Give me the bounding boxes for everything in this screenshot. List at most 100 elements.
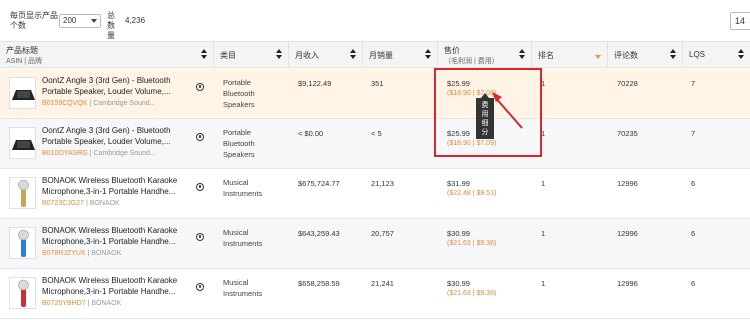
category-cell: Musical Instruments bbox=[223, 177, 285, 199]
price-cell: $31.99 bbox=[447, 179, 470, 188]
category-line: Speakers bbox=[223, 100, 255, 109]
product-title-link[interactable]: BONAOK Wireless Bluetooth Karaoke Microp… bbox=[42, 176, 194, 197]
price-cell: $30.99 bbox=[447, 279, 470, 288]
sort-icon[interactable] bbox=[350, 49, 356, 61]
asin-link[interactable]: B078RJZYUX bbox=[42, 250, 86, 257]
product-title-line2: Microphone,3-in-1 Portable Handhe... bbox=[42, 286, 176, 296]
category-cell: Musical Instruments bbox=[223, 277, 285, 299]
category-cell: Musical Instruments bbox=[223, 227, 285, 249]
table-row[interactable]: BONAOK Wireless Bluetooth Karaoke Microp… bbox=[0, 269, 750, 319]
rank-cell: 1 bbox=[541, 229, 546, 238]
fee-breakdown[interactable]: ($21.63 | $9.36) bbox=[447, 240, 496, 247]
product-title-line1: OontZ Angle 3 (3rd Gen) - Bluetooth bbox=[42, 76, 171, 85]
product-title-link[interactable]: BONAOK Wireless Bluetooth Karaoke Microp… bbox=[42, 226, 194, 247]
lqs-cell: 6 bbox=[691, 179, 696, 188]
total-label: 总数量 bbox=[107, 11, 115, 40]
column-rank[interactable]: 排名 bbox=[532, 42, 608, 67]
reviews-cell: 70228 bbox=[617, 79, 638, 88]
sort-icon[interactable] bbox=[201, 49, 207, 61]
column-title[interactable]: 产品标题 ASIN | 品牌 bbox=[0, 42, 214, 67]
column-sales[interactable]: 月销量 bbox=[363, 42, 438, 67]
product-image[interactable] bbox=[9, 277, 36, 309]
category-line: Bluetooth bbox=[223, 89, 255, 98]
product-title-line2: Microphone,3-in-1 Portable Handhe... bbox=[42, 186, 176, 196]
asin-brand: B078RJZYUX | BONAOK bbox=[42, 250, 121, 257]
brand-label: BONAOK bbox=[89, 200, 120, 207]
person-icon[interactable] bbox=[196, 83, 204, 91]
brand-label: Cambridge Sound... bbox=[93, 100, 156, 107]
sales-cell: 351 bbox=[371, 79, 384, 88]
category-line: Musical bbox=[223, 278, 249, 287]
table-row[interactable]: BONAOK Wireless Bluetooth Karaoke Microp… bbox=[0, 169, 750, 219]
sort-desc-icon[interactable] bbox=[595, 49, 601, 61]
asin-link[interactable]: B0725YBHD7 bbox=[42, 300, 86, 307]
column-price-label: 售价 bbox=[444, 46, 460, 55]
category-line: Portable bbox=[223, 78, 251, 87]
table-row[interactable]: BONAOK Wireless Bluetooth Karaoke Microp… bbox=[0, 219, 750, 269]
column-rank-label: 排名 bbox=[538, 51, 554, 60]
person-icon[interactable] bbox=[196, 133, 204, 141]
page-number-input[interactable]: 14 bbox=[730, 12, 750, 30]
column-sales-label: 月销量 bbox=[369, 51, 393, 60]
product-image[interactable] bbox=[9, 127, 36, 159]
asin-brand: B0725YBHD7 | BONAOK bbox=[42, 300, 121, 307]
asin-link[interactable]: B0723CJG27 bbox=[42, 200, 84, 207]
column-lqs-label: LQS bbox=[689, 50, 706, 59]
reviews-cell: 12996 bbox=[617, 179, 638, 188]
per-page-select[interactable]: 200 bbox=[59, 14, 101, 28]
category-line: Portable bbox=[223, 128, 251, 137]
table-row[interactable]: OontZ Angle 3 (3rd Gen) - Bluetooth Port… bbox=[0, 69, 750, 119]
per-page-value: 200 bbox=[63, 16, 77, 25]
column-title-label: 产品标题 bbox=[6, 46, 38, 55]
product-title-link[interactable]: OontZ Angle 3 (3rd Gen) - Bluetooth Port… bbox=[42, 126, 194, 147]
table-row[interactable]: OontZ Angle 3 (3rd Gen) - Bluetooth Port… bbox=[0, 119, 750, 169]
product-title-line2: Portable Speaker, Louder Volume,... bbox=[42, 136, 171, 146]
column-revenue[interactable]: 月收入 bbox=[289, 42, 363, 67]
product-image[interactable] bbox=[9, 177, 36, 209]
brand-label: Cambridge Sound... bbox=[93, 150, 156, 157]
asin-link[interactable]: B0159CQVQK bbox=[42, 100, 88, 107]
fee-breakdown[interactable]: ($21.63 | $9.36) bbox=[447, 290, 496, 297]
product-image[interactable] bbox=[9, 77, 36, 109]
asin-brand: B010OYASRG | Cambridge Sound... bbox=[42, 150, 156, 157]
lqs-cell: 7 bbox=[691, 129, 696, 138]
column-revenue-label: 月收入 bbox=[295, 51, 319, 60]
product-title-line2: Microphone,3-in-1 Portable Handhe... bbox=[42, 236, 176, 246]
person-icon[interactable] bbox=[196, 233, 204, 241]
column-category[interactable]: 类目 bbox=[214, 42, 289, 67]
column-lqs[interactable]: LQS bbox=[683, 42, 750, 67]
category-line: Instruments bbox=[223, 189, 263, 198]
column-reviews[interactable]: 评论数 bbox=[608, 42, 683, 67]
column-price-sub: （毛利润 | 费用） bbox=[444, 58, 499, 65]
sort-icon[interactable] bbox=[425, 49, 431, 61]
person-icon[interactable] bbox=[196, 283, 204, 291]
person-icon[interactable] bbox=[196, 183, 204, 191]
revenue-cell: $658,258.59 bbox=[298, 279, 340, 288]
category-line: Bluetooth bbox=[223, 139, 255, 148]
fee-breakdown[interactable]: ($22.48 | $9.51) bbox=[447, 190, 496, 197]
category-cell: Portable Bluetooth Speakers bbox=[223, 127, 285, 160]
price-cell: $30.99 bbox=[447, 229, 470, 238]
product-title-line1: BONAOK Wireless Bluetooth Karaoke bbox=[42, 276, 178, 285]
category-cell: Portable Bluetooth Speakers bbox=[223, 77, 285, 110]
rank-cell: 1 bbox=[541, 179, 546, 188]
product-title-link[interactable]: OontZ Angle 3 (3rd Gen) - Bluetooth Port… bbox=[42, 76, 194, 97]
brand-label: BONAOK bbox=[91, 250, 122, 257]
lqs-cell: 6 bbox=[691, 229, 696, 238]
sort-icon[interactable] bbox=[276, 49, 282, 61]
sort-icon[interactable] bbox=[670, 49, 676, 61]
sort-icon[interactable] bbox=[738, 49, 744, 61]
product-image[interactable] bbox=[9, 227, 36, 259]
product-title-link[interactable]: BONAOK Wireless Bluetooth Karaoke Microp… bbox=[42, 276, 194, 297]
sales-cell: 21,241 bbox=[371, 279, 394, 288]
product-title-line1: OontZ Angle 3 (3rd Gen) - Bluetooth bbox=[42, 126, 171, 135]
sales-cell: < 5 bbox=[371, 129, 382, 138]
total-count: 4,236 bbox=[125, 16, 146, 25]
column-price[interactable]: 售价 （毛利润 | 费用） bbox=[438, 42, 532, 67]
category-line: Speakers bbox=[223, 150, 255, 159]
annotation-arrow-icon bbox=[492, 92, 523, 129]
sort-icon[interactable] bbox=[519, 49, 525, 61]
revenue-cell: $643,259.43 bbox=[298, 229, 340, 238]
asin-link[interactable]: B010OYASRG bbox=[42, 150, 88, 157]
asin-brand: B0159CQVQK | Cambridge Sound... bbox=[42, 100, 156, 107]
